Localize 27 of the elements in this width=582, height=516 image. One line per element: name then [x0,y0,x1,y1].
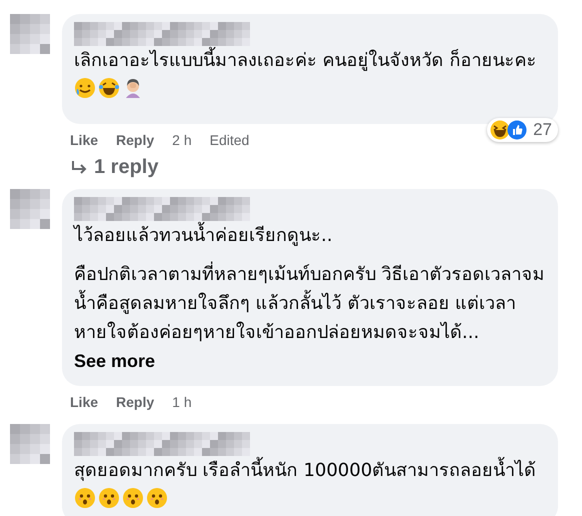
hushed-face-emoji-icon [98,487,120,509]
hushed-face-emoji-icon [146,487,168,509]
hushed-face-emoji-icon [122,487,144,509]
like-link[interactable]: Like [70,394,98,410]
laughing-emoji-icon [98,77,120,99]
blurred-avatar [10,189,50,229]
laughing-reaction-icon [490,120,510,140]
reaction-badge[interactable]: 27 [487,118,558,142]
comment-text: สุดยอดมากครับ เรือลำนี้หนัก 100000ตันสามารถลอยน้ำได้ [74,456,546,514]
reply-link[interactable]: Reply [116,394,154,410]
blurred-avatar [10,424,50,464]
comment-text: เลิกเอาอะไรแบบนี้มาลงเถอะค่ะ คนอยู่ในจังหวัด ก็อายนะคะ [74,46,546,104]
comment-text: คือปกติเวลาตามที่หลายๆเม้นท์บอกครับ วิธีเอาตัวรอดเวลาจมน้ำคือสูดลมหายใจลึกๆ แล้วกลั้นไว้ ตัวเราจะลอย แต่เวลาหายใจต้องค่อยๆหายใจเข้าออกปล่อยหมดจะจมได้... See more [74,260,546,376]
smiling-tears-emoji-icon [74,77,96,99]
comment-text: ไว้ลอยแล้วทวนน้ำค่อยเรียกดูนะ.. [74,221,546,250]
view-replies-link[interactable]: 1 reply [94,156,158,179]
comment-time: 2 h [172,132,192,148]
blurred-avatar [10,14,50,54]
hushed-face-emoji-icon [74,487,96,509]
edited-label: Edited [210,132,250,148]
reaction-count: 27 [533,120,552,140]
comment-time: 1 h [172,394,192,410]
like-reaction-icon [507,120,528,140]
reply-arrow-icon [70,160,88,176]
reply-link[interactable]: Reply [116,132,154,148]
like-link[interactable]: Like [70,132,98,148]
see-more-link[interactable]: See more [74,351,156,371]
